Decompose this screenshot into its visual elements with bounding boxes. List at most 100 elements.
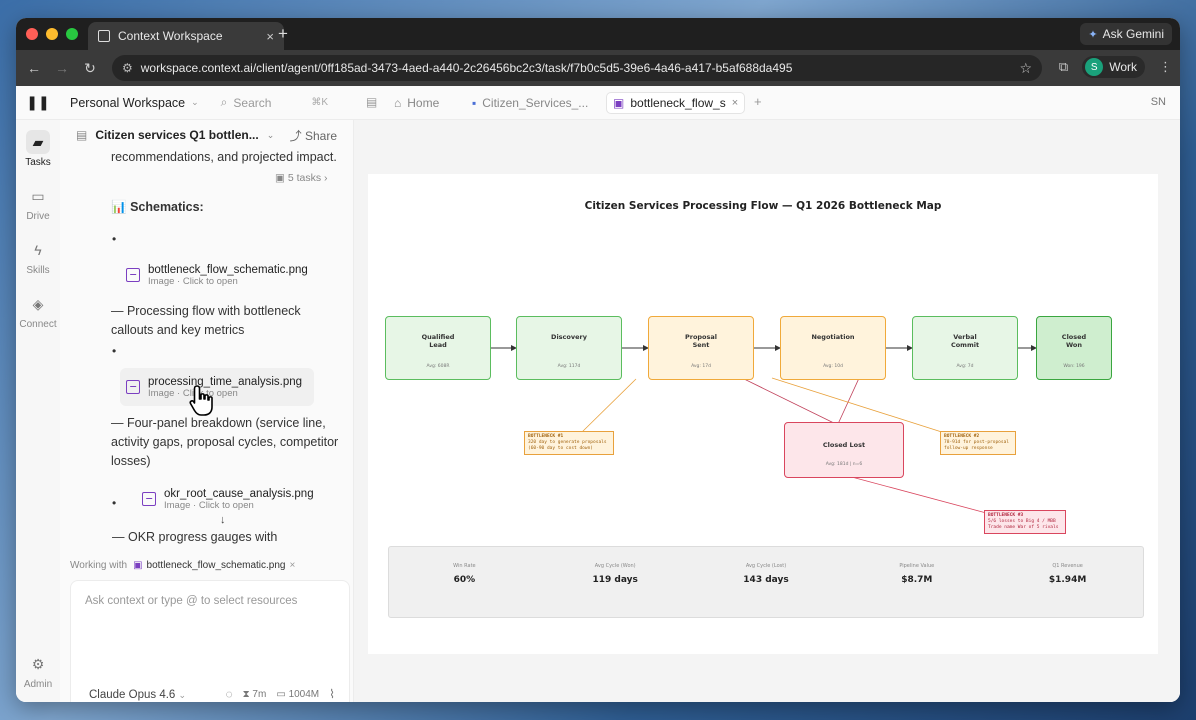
minimize-window-button[interactable] <box>46 28 58 40</box>
browser-menu-icon[interactable]: ⋮ <box>1159 59 1172 75</box>
chat-header: ▤ Citizen services Q1 bottlen... ⌄ ⤴ Sha… <box>60 120 353 150</box>
search-input[interactable]: ⌕ Search ⌘K <box>221 95 341 110</box>
address-bar[interactable]: ⚙ workspace.context.ai/client/agent/0ff1… <box>112 55 1042 81</box>
image-viewer: Citizen Services Processing Flow — Q1 20… <box>354 120 1180 702</box>
image-file-icon <box>142 492 156 506</box>
message-text: — Processing flow with bottleneck callou… <box>111 304 301 337</box>
profile-button[interactable]: S Work <box>1082 56 1145 78</box>
ask-gemini-label: Ask Gemini <box>1102 27 1164 41</box>
remove-chip-icon[interactable]: × <box>290 560 296 571</box>
tab-home[interactable]: ⌂ Home <box>388 92 445 114</box>
tasks-pill[interactable]: ▣ 5 tasks › <box>275 172 328 184</box>
metric-value: $1.94M <box>1048 575 1087 585</box>
task-title[interactable]: Citizen services Q1 bottlen... <box>95 128 258 142</box>
gear-icon: ⚙ <box>31 656 45 672</box>
file-card[interactable]: okr_root_cause_analysis.png Image · Clic… <box>136 480 330 518</box>
timer: ⧗ 7m <box>242 688 267 700</box>
extensions-icon[interactable]: ⧉ <box>1059 59 1068 75</box>
user-initials[interactable]: SN <box>1151 96 1166 108</box>
panel-icon[interactable]: ▤ <box>76 128 87 142</box>
scroll-down-icon[interactable]: ↓ <box>220 514 226 526</box>
rail-item-connect[interactable]: ◈ Connect <box>16 292 60 330</box>
ask-gemini-button[interactable]: ✦ Ask Gemini <box>1080 23 1172 45</box>
chevron-down-icon[interactable]: ⌄ <box>267 130 275 141</box>
node-metric: Won: 196 <box>1063 364 1085 369</box>
rail-item-label: Admin <box>23 679 53 690</box>
node-closed-lost: Closed Lost Avg: 181d | n=6 <box>784 422 904 478</box>
app-header: ❚❚ Personal Workspace ⌄ ⌕ Search ⌘K ▤ ⌂ … <box>16 86 1180 120</box>
timer-value: 7m <box>252 688 267 700</box>
rail-item-skills[interactable]: ϟ Skills <box>16 238 60 276</box>
callout-body: 5/6 losses to Big 4 / MBB Trade name War… <box>988 519 1059 530</box>
folder-icon: ▭ <box>31 188 45 204</box>
metric-label: Win Rate <box>453 563 476 569</box>
metric-label: Avg Cycle (Lost) <box>745 563 787 569</box>
bolt-icon: ϟ <box>34 242 42 258</box>
bottleneck-callout-1: BOTTLENECK #1 320 day to generate propos… <box>524 431 614 455</box>
bookmark-star-icon[interactable]: ☆ <box>1019 60 1032 77</box>
title-bar: Context Workspace × + ✦ Ask Gemini <box>16 18 1180 50</box>
profile-name: Work <box>1109 60 1137 74</box>
node-metric: Avg: 608R <box>426 364 450 369</box>
rail-item-drive[interactable]: ▭ Drive <box>16 184 60 222</box>
rail-item-label: Drive <box>26 211 50 222</box>
forward-icon[interactable]: → <box>48 60 76 76</box>
new-tab-button[interactable]: + <box>278 24 288 44</box>
metric-value: 119 days <box>592 575 638 585</box>
loading-spinner-icon: ◌ <box>225 687 233 701</box>
metric-avg-cycle-lost: Avg Cycle (Lost) 143 days <box>691 547 842 617</box>
attach-icon[interactable]: ⌇ <box>329 687 335 701</box>
node-metric: Avg: 10d <box>823 364 843 369</box>
metric-pipeline-value: Pipeline Value $8.7M <box>841 547 992 617</box>
profile-avatar: S <box>1085 58 1104 76</box>
maximize-window-button[interactable] <box>66 28 78 40</box>
chevron-down-icon: ⌄ <box>178 690 187 700</box>
rail-item-tasks[interactable]: ▰ Tasks <box>16 130 60 168</box>
favicon-icon <box>98 30 110 42</box>
sidebar-toggle-icon[interactable]: ▤ <box>366 95 377 109</box>
working-with-bar: Working with ▣ bottleneck_flow_schematic… <box>60 556 353 574</box>
list-bullet: • <box>112 344 117 358</box>
composer-input[interactable]: Ask context or type @ to select resource… <box>85 595 297 607</box>
list-bullet: • <box>112 232 117 246</box>
metric-value: 143 days <box>743 575 789 585</box>
model-selector[interactable]: Claude Opus 4.6 ⌄ <box>89 689 186 701</box>
rail-item-label: Skills <box>26 265 50 276</box>
back-icon[interactable]: ← <box>20 60 48 76</box>
reload-icon[interactable]: ↻ <box>76 60 104 77</box>
node-metric: Avg: 17d <box>691 364 711 369</box>
site-info-icon[interactable]: ⚙ <box>122 61 133 75</box>
document-icon: ▪ <box>472 96 477 110</box>
node-metric: Avg: 181d | n=6 <box>825 462 863 467</box>
file-subtitle: Image · Click to open <box>148 387 238 399</box>
tab-citizen-services[interactable]: ▪ Citizen_Services_... <box>466 92 594 114</box>
node-qualified-lead: Qualified Lead Avg: 608R <box>385 316 491 380</box>
add-tab-button[interactable]: + <box>754 94 762 109</box>
app-logo[interactable]: ❚❚ <box>16 94 60 111</box>
share-button[interactable]: ⤴ Share <box>290 127 337 144</box>
node-negotiation: Negotiation Avg: 10d <box>780 316 886 380</box>
browser-tab[interactable]: Context Workspace × <box>88 22 284 50</box>
context-file-chip[interactable]: ▣ bottleneck_flow_schematic.png × <box>133 560 295 571</box>
metric-win-rate: Win Rate 60% <box>389 547 540 617</box>
workspace-selector[interactable]: Personal Workspace ⌄ <box>70 96 199 110</box>
context-file-name: bottleneck_flow_schematic.png <box>146 559 286 571</box>
tab-bottleneck-flow[interactable]: ▣ bottleneck_flow_s × <box>606 92 746 114</box>
close-tab-icon[interactable]: × <box>732 97 738 109</box>
node-verbal-commit: Verbal Commit Avg: 7d <box>912 316 1018 380</box>
close-window-button[interactable] <box>26 28 38 40</box>
image-file-icon <box>126 268 140 282</box>
file-subtitle: Image · Click to open <box>148 275 238 287</box>
layers-icon: ◈ <box>32 296 44 312</box>
close-tab-icon[interactable]: × <box>266 29 274 44</box>
rail-item-admin[interactable]: ⚙ Admin <box>16 652 60 690</box>
file-name: bottleneck_flow_schematic.png <box>148 263 308 276</box>
bottleneck-callout-2: BOTTLENECK #2 78-91d for post-proposal f… <box>940 431 1016 455</box>
chat-icon: ▰ <box>26 130 50 154</box>
message-text: — Four-panel breakdown (service line, ac… <box>111 416 339 468</box>
file-card[interactable]: bottleneck_flow_schematic.png Image · Cl… <box>120 256 314 294</box>
composer[interactable]: Ask context or type @ to select resource… <box>70 580 350 702</box>
image-file-icon <box>126 380 140 394</box>
node-label: Negotiation <box>811 333 855 341</box>
callout-leader <box>847 475 991 515</box>
